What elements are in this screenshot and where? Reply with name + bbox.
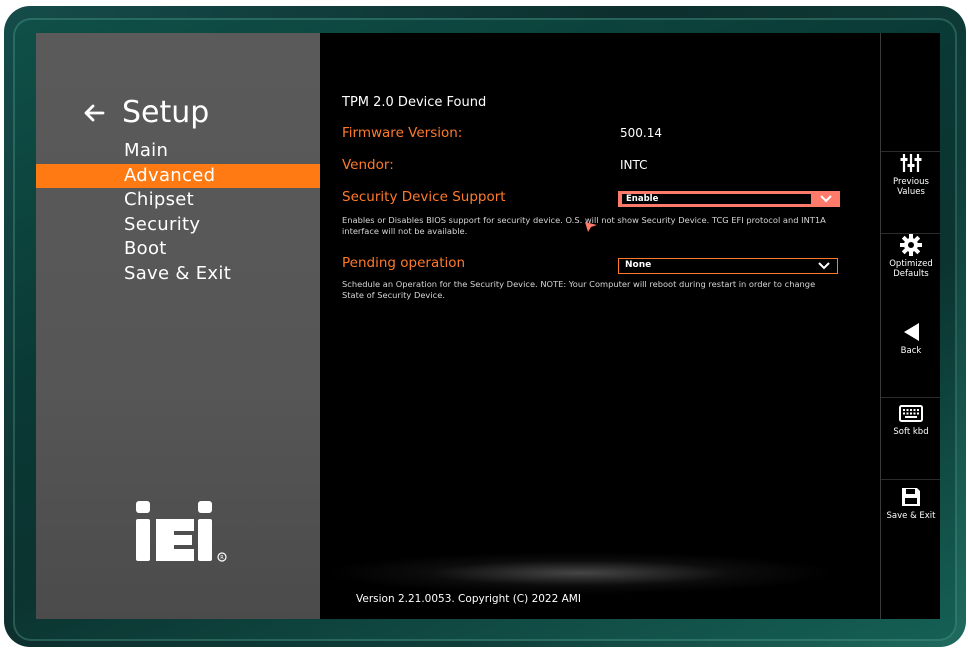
security-device-support-label[interactable]: Security Device Support [342,189,506,205]
menu-item-save-exit[interactable]: Save & Exit [36,262,320,287]
firmware-version-value: 500.14 [620,126,662,140]
main-menu: Main Advanced Chipset Security Boot Save… [36,139,320,286]
optimized-defaults-button[interactable]: Optimized Defaults [881,233,940,300]
optimized-defaults-label-2: Defaults [893,269,929,279]
menu-item-chipset[interactable]: Chipset [36,188,320,213]
save-exit-label: Save & Exit [886,511,936,521]
optimized-defaults-label-1: Optimized [889,259,933,269]
version-text: Version 2.21.0053. Copyright (C) 2022 AM… [356,593,581,605]
gear-icon [900,234,922,256]
mouse-pointer-icon [585,222,597,232]
back-label: Back [900,346,922,356]
sliders-icon [900,154,922,172]
previous-values-label-2: Values [897,187,925,197]
setup-title-text: Setup [122,95,210,130]
pending-operation-label[interactable]: Pending operation [342,255,465,271]
triangle-left-icon [904,323,919,341]
sidebar: Setup Main Advanced Chipset Security Boo… [36,33,320,619]
chevron-down-icon [820,195,832,203]
main-panel: TPM 2.0 Device Found Firmware Version: 5… [320,33,880,619]
keyboard-icon [899,405,923,422]
pending-operation-select[interactable]: None [618,258,838,274]
back-button[interactable]: Back [881,315,940,387]
firmware-version-label: Firmware Version: [342,125,463,141]
security-device-support-select[interactable]: Enable [618,191,840,207]
back-arrow-icon[interactable] [82,101,106,125]
menu-item-main[interactable]: Main [36,139,320,164]
bios-screen: Setup Main Advanced Chipset Security Boo… [36,33,940,619]
right-toolbar: Previous Values Optimized Defaults Back … [880,33,940,619]
previous-values-label-1: Previous [893,177,929,187]
security-device-support-value: Enable [622,194,811,204]
pending-operation-value: None [625,260,652,270]
floppy-icon [902,488,920,506]
menu-item-boot[interactable]: Boot [36,237,320,262]
vendor-value: INTC [620,158,648,172]
menu-item-advanced[interactable]: Advanced [36,163,320,188]
vendor-label: Vendor: [342,157,394,173]
pending-operation-help: Schedule an Operation for the Security D… [342,279,816,300]
previous-values-button[interactable]: Previous Values [881,151,940,218]
svg-text:R: R [220,555,224,561]
save-exit-button[interactable]: Save & Exit [881,479,940,552]
tpm-heading: TPM 2.0 Device Found [342,95,487,110]
chevron-down-icon [818,262,830,270]
soft-keyboard-button[interactable]: Soft kbd [881,397,940,470]
setup-title: Setup [82,95,209,130]
soft-keyboard-label: Soft kbd [893,427,929,437]
menu-item-security[interactable]: Security [36,213,320,238]
iei-logo: R [136,501,227,562]
